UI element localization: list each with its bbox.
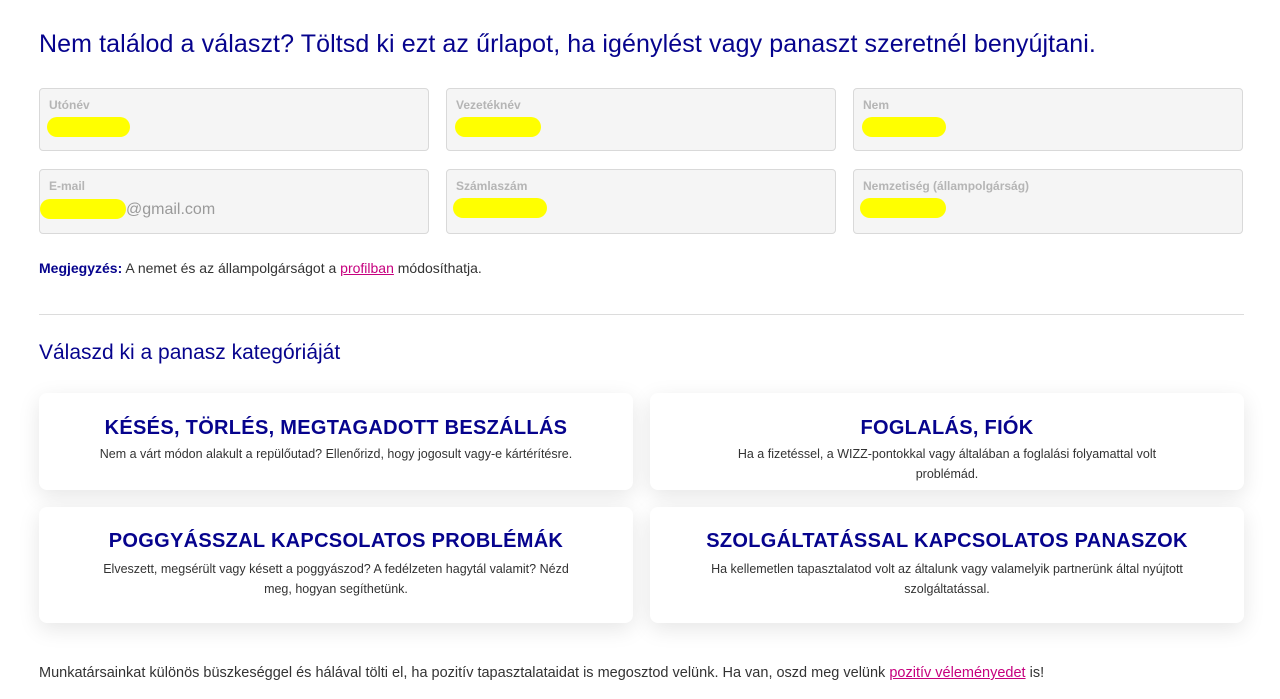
redacted-value — [453, 198, 547, 218]
email-label: E-mail — [49, 179, 86, 193]
nationality-field[interactable]: Nemzetiség (állampolgárság) — [853, 169, 1243, 234]
redacted-value — [862, 117, 946, 137]
category-card-service[interactable]: SZOLGÁLTATÁSSAL KAPCSOLATOS PANASZOK Ha … — [650, 507, 1244, 623]
category-card-baggage[interactable]: POGGYÁSSZAL KAPCSOLATOS PROBLÉMÁK Elvesz… — [39, 507, 633, 623]
account-number-label: Számlaszám — [456, 179, 528, 193]
footer-text-after: is! — [1025, 665, 1045, 681]
profile-note: Megjegyzés: A nemet és az állampolgárság… — [39, 260, 482, 276]
email-domain: @gmail.com — [126, 201, 216, 218]
redacted-value — [40, 199, 126, 219]
positive-feedback-link[interactable]: pozitív véleményedet — [889, 665, 1025, 681]
card-description: Ha a fizetéssel, a WIZZ-pontokkal vagy á… — [737, 447, 1157, 481]
last-name-label: Vezetéknév — [456, 98, 521, 112]
card-description: Ha kellemetlen tapasztalatod volt az ált… — [711, 562, 1183, 596]
section-divider — [39, 314, 1244, 315]
gender-field[interactable]: Nem — [853, 88, 1243, 151]
footer-text-before: Munkatársainkat különös büszkeséggel és … — [39, 665, 890, 681]
profile-link[interactable]: profilban — [340, 260, 394, 276]
card-description: Nem a várt módon alakult a repülőutad? E… — [99, 447, 573, 461]
complaint-form-page: Nem találod a választ? Töltsd ki ezt az … — [0, 0, 1280, 699]
card-title: POGGYÁSSZAL KAPCSOLATOS PROBLÉMÁK — [108, 530, 564, 552]
redacted-value — [47, 117, 130, 137]
category-card-delay[interactable]: KÉSÉS, TÖRLÉS, MEGTAGADOTT BESZÁLLÁS Nem… — [39, 393, 633, 490]
card-title: SZOLGÁLTATÁSSAL KAPCSOLATOS PANASZOK — [706, 530, 1188, 552]
nationality-label: Nemzetiség (állampolgárság) — [863, 179, 1030, 193]
last-name-field[interactable]: Vezetéknév — [446, 88, 836, 151]
first-name-field[interactable]: Utónév — [39, 88, 429, 151]
page-title: Nem találod a választ? Töltsd ki ezt az … — [39, 30, 1096, 58]
first-name-label: Utónév — [49, 98, 90, 112]
note-label: Megjegyzés: — [39, 260, 123, 276]
gender-label: Nem — [863, 98, 890, 112]
card-title: FOGLALÁS, FIÓK — [860, 417, 1034, 439]
account-number-field[interactable]: Számlaszám — [446, 169, 836, 234]
category-heading: Válaszd ki a panasz kategóriáját — [39, 341, 341, 364]
category-card-booking[interactable]: FOGLALÁS, FIÓK Ha a fizetéssel, a WIZZ-p… — [650, 393, 1244, 490]
redacted-value — [455, 117, 541, 137]
email-field[interactable]: E-mail @gmail.com — [39, 169, 429, 234]
note-text-after: módosíthatja. — [393, 260, 482, 276]
redacted-value — [860, 198, 946, 218]
positive-feedback-text: Munkatársainkat különös büszkeséggel és … — [39, 665, 1044, 681]
card-title: KÉSÉS, TÖRLÉS, MEGTAGADOTT BESZÁLLÁS — [104, 417, 568, 439]
card-description: Elveszett, megsérült vagy késett a poggy… — [103, 562, 569, 596]
note-text-before: A nemet és az állampolgárságot a — [122, 260, 341, 276]
